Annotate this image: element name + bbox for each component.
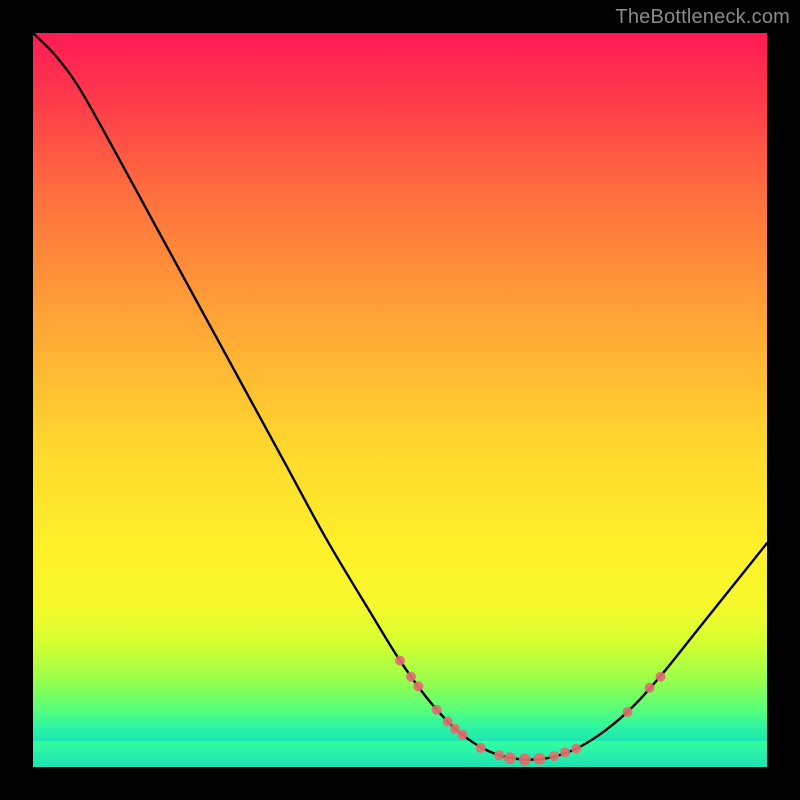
curve-marker bbox=[443, 716, 453, 726]
curve-marker bbox=[623, 707, 633, 717]
curve-marker bbox=[406, 672, 416, 682]
curve-layer bbox=[33, 33, 767, 767]
curve-marker bbox=[504, 752, 516, 764]
curve-marker bbox=[413, 681, 423, 691]
curve-marker bbox=[560, 747, 570, 757]
curve-marker bbox=[533, 753, 545, 765]
curve-marker bbox=[494, 750, 504, 760]
curve-markers bbox=[395, 656, 666, 766]
curve-marker bbox=[549, 751, 559, 761]
watermark-text: TheBottleneck.com bbox=[615, 6, 790, 29]
curve-marker bbox=[656, 672, 666, 682]
curve-marker bbox=[476, 743, 486, 753]
valley-curve bbox=[33, 33, 767, 760]
curve-marker bbox=[645, 683, 655, 693]
curve-marker bbox=[432, 705, 442, 715]
plot-area bbox=[33, 33, 767, 767]
curve-marker bbox=[457, 730, 467, 740]
curve-marker bbox=[395, 656, 405, 666]
curve-marker bbox=[571, 744, 581, 754]
chart-stage: TheBottleneck.com bbox=[0, 0, 800, 800]
curve-marker bbox=[519, 754, 531, 766]
